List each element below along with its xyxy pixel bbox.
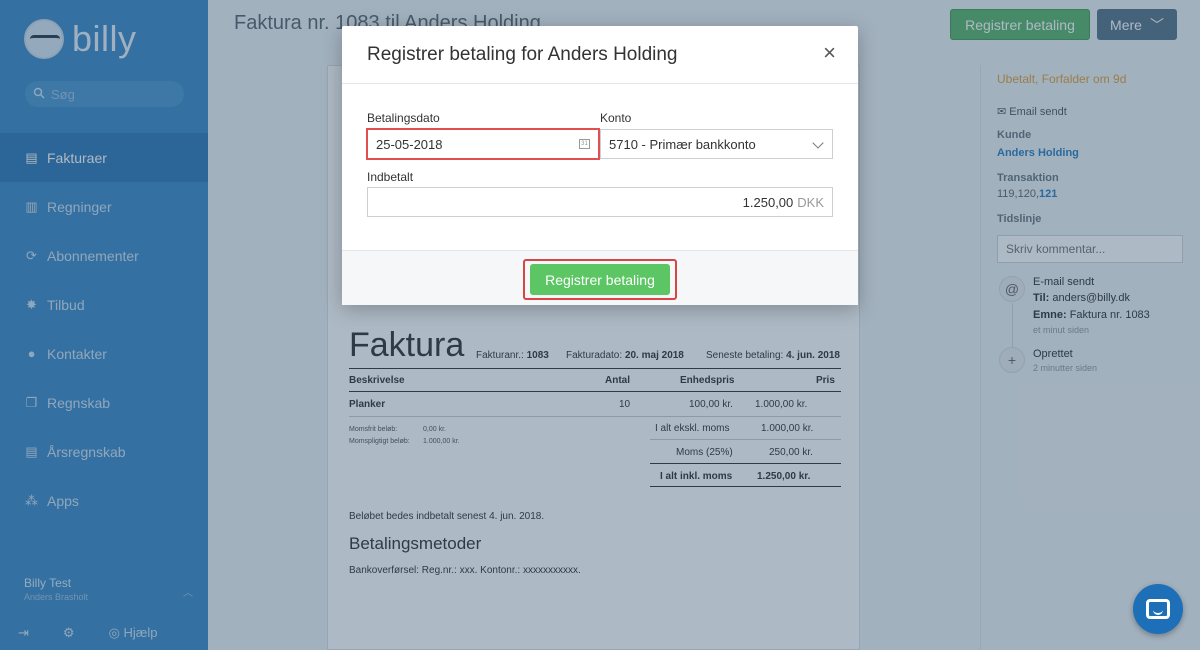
chat-icon — [1146, 599, 1170, 619]
modal-title: Registrer betaling for Anders Holding — [367, 44, 678, 65]
close-icon[interactable]: × — [823, 42, 836, 64]
modal-footer: Registrer betaling — [342, 250, 858, 305]
amount-value: 1.250,00 — [742, 194, 794, 210]
payment-date-field[interactable]: 25-05-2018 31 — [366, 128, 600, 160]
calendar-icon[interactable]: 31 — [579, 139, 590, 149]
currency-label: DKK — [797, 194, 824, 210]
date-label: Betalingsdato — [367, 111, 440, 125]
payment-date-value: 25-05-2018 — [376, 136, 443, 152]
account-select[interactable]: 5710 - Primær bankkonto — [600, 129, 833, 159]
amount-label: Indbetalt — [367, 170, 414, 184]
amount-field[interactable]: 1.250,00 DKK — [367, 187, 833, 217]
chevron-down-icon — [812, 137, 824, 149]
account-value: 5710 - Primær bankkonto — [609, 136, 756, 152]
modal-header: Registrer betaling for Anders Holding × — [342, 26, 858, 84]
register-payment-modal: Registrer betaling for Anders Holding × … — [342, 26, 858, 305]
submit-payment-button[interactable]: Registrer betaling — [530, 264, 670, 295]
account-label: Konto — [600, 111, 632, 125]
modal-body: Betalingsdato 25-05-2018 31 Konto 5710 -… — [342, 85, 858, 250]
chat-launcher-button[interactable] — [1133, 584, 1183, 634]
